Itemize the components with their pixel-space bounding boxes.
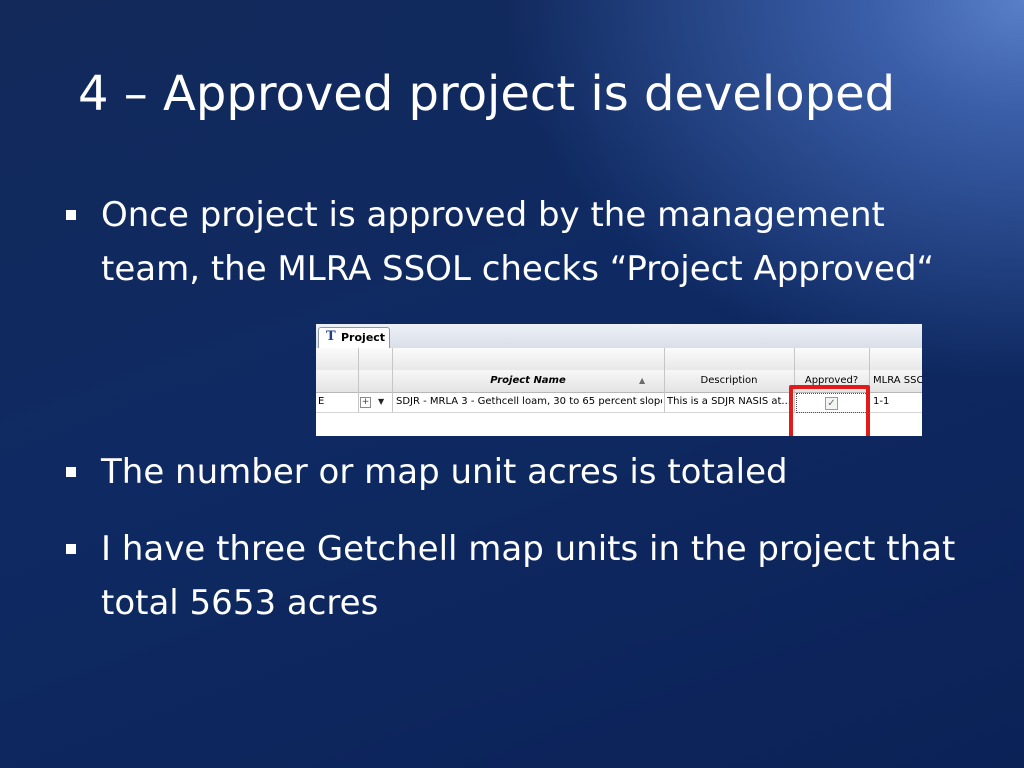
slide-title: 4 – Approved project is developed: [78, 66, 896, 122]
bullet-acres-totaled: The number or map unit acres is totaled: [64, 445, 964, 499]
approved-highlight-box: [789, 385, 870, 436]
column-header-description[interactable]: Description: [666, 370, 792, 392]
tab-project[interactable]: T Project: [318, 327, 390, 348]
column-header-project-name[interactable]: Project Name: [394, 370, 662, 392]
bullet-text: I have three Getchell map units in the p…: [101, 529, 956, 623]
grid-header-top: [316, 348, 922, 370]
square-bullet-icon: [66, 544, 76, 554]
row-lead-cell: E: [318, 396, 325, 407]
project-name-cell[interactable]: SDJR - MRLA 3 - Gethcell loam, 30 to 65 …: [396, 392, 662, 412]
table-icon: T: [326, 329, 336, 344]
expand-plus-icon[interactable]: +: [360, 397, 371, 408]
bullet-getchell-units: I have three Getchell map units in the p…: [64, 522, 964, 630]
mlra-ssol-cell[interactable]: 1-1: [873, 392, 922, 412]
bullet-project-approved: Once project is approved by the manageme…: [64, 188, 964, 296]
bullet-text: Once project is approved by the manageme…: [101, 195, 935, 289]
square-bullet-icon: [66, 467, 76, 477]
project-table-screenshot: T Project Project Name ▲ Description App…: [316, 324, 922, 436]
column-header-mlra-ssol[interactable]: MLRA SSC: [873, 370, 922, 392]
square-bullet-icon: [66, 210, 76, 220]
tab-project-label: Project: [341, 331, 386, 344]
tab-bar: T Project: [316, 324, 922, 349]
bullet-text: The number or map unit acres is totaled: [101, 452, 788, 492]
sort-ascending-icon[interactable]: ▲: [639, 370, 645, 392]
dropdown-arrow-icon[interactable]: ▼: [378, 392, 384, 412]
description-cell[interactable]: This is a SDJR NASIS at...: [667, 392, 793, 412]
project-grid: Project Name ▲ Description Approved? MLR…: [316, 348, 922, 436]
